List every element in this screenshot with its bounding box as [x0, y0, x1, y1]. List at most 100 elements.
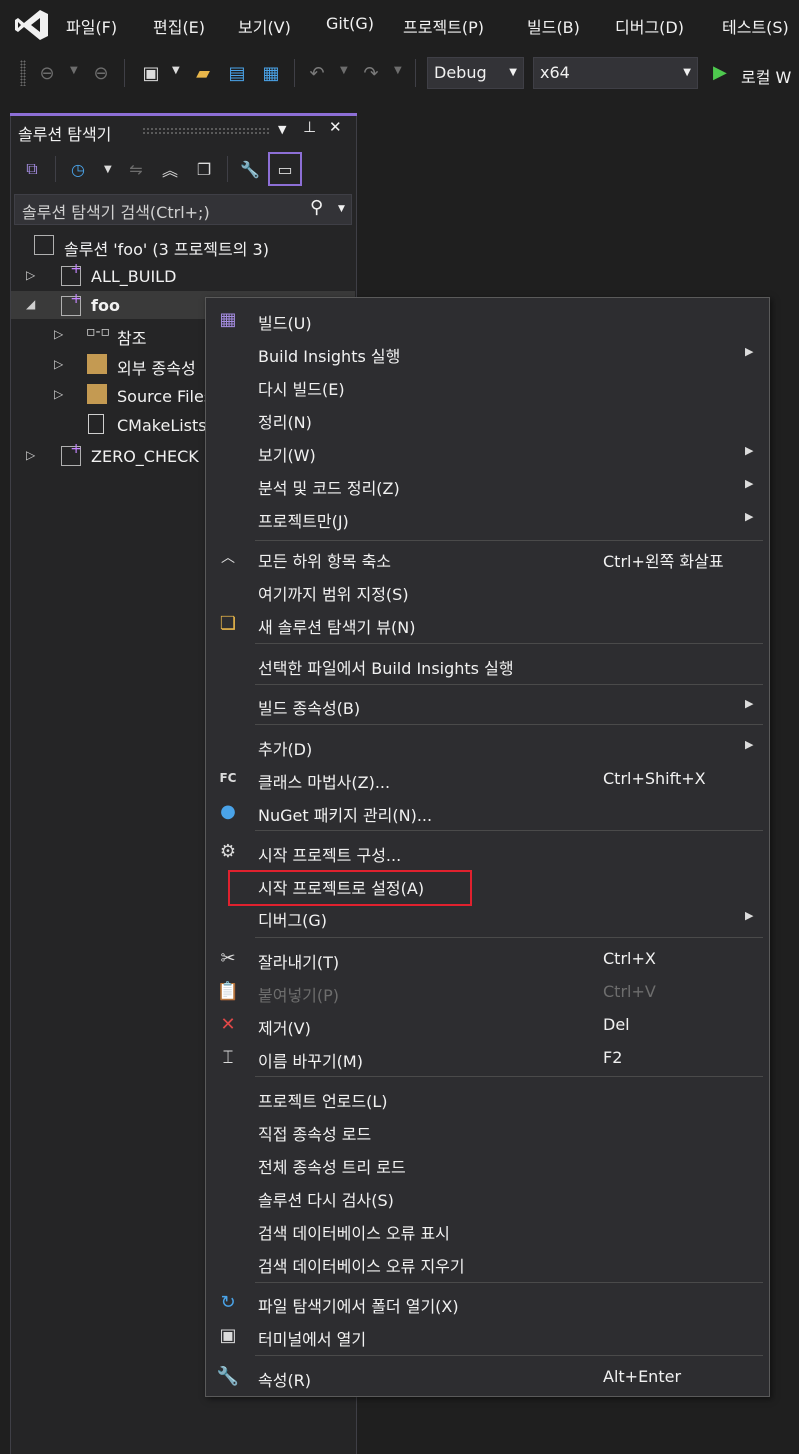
- expand-caret-icon[interactable]: ▷: [26, 268, 35, 282]
- open-folder-icon[interactable]: ▰: [192, 62, 214, 84]
- menu-item-manage-nuget[interactable]: NuGet 패키지 관리(N)...: [258, 802, 432, 826]
- submenu-arrow-icon: ▶: [745, 444, 754, 457]
- menu-item-build[interactable]: 빌드(U): [258, 310, 312, 334]
- save-icon[interactable]: ▤: [226, 62, 248, 84]
- menu-item-rescan-solution[interactable]: 솔루션 다시 검사(S): [258, 1187, 394, 1211]
- menu-item-remove[interactable]: 제거(V): [258, 1015, 311, 1039]
- tree-solution[interactable]: 솔루션 'foo' (3 프로젝트의 3): [64, 236, 269, 260]
- configuration-select[interactable]: Debug ▼: [427, 57, 524, 89]
- tree-all-build[interactable]: ALL_BUILD: [91, 267, 176, 286]
- tree-external-deps[interactable]: 외부 종속성: [117, 355, 205, 379]
- rename-icon: ⌶: [222, 1046, 234, 1068]
- title-grip: [142, 127, 270, 134]
- new-project-dropdown-icon[interactable]: ▼: [172, 65, 180, 76]
- menu-item-cut[interactable]: 잘라내기(T): [258, 949, 339, 973]
- menu-item-unload-project[interactable]: 프로젝트 언로드(L): [258, 1088, 388, 1112]
- menu-item-clean[interactable]: 정리(N): [258, 409, 312, 433]
- expand-caret-icon[interactable]: ▷: [54, 387, 63, 401]
- menu-item-paste: 붙여넣기(P): [258, 986, 340, 1005]
- preview-selected-items-icon[interactable]: ▭: [268, 152, 302, 186]
- configuration-value: Debug: [434, 63, 487, 82]
- new-project-icon[interactable]: ▣: [140, 62, 162, 84]
- show-all-files-icon[interactable]: ❐: [190, 154, 218, 184]
- toolbar-separator: [294, 59, 295, 87]
- menu-item-clear-db-errors[interactable]: 검색 데이터베이스 오류 지우기: [258, 1253, 465, 1277]
- menu-view[interactable]: 보기(V): [238, 14, 291, 38]
- tree-cmakelists[interactable]: CMakeLists: [117, 416, 205, 435]
- toolbar-separator: [124, 59, 125, 87]
- paste-icon: 📋: [216, 980, 240, 1002]
- forward-icon[interactable]: ⊖: [90, 62, 112, 84]
- menu-edit[interactable]: 편집(E): [153, 14, 205, 38]
- properties-wrench-icon[interactable]: 🔧: [236, 154, 264, 184]
- menu-build[interactable]: 빌드(B): [527, 14, 580, 38]
- undo-icon[interactable]: ↶: [306, 62, 328, 84]
- tree-zero-check[interactable]: ZERO_CHECK: [91, 447, 199, 466]
- menu-item-open-in-file-explorer[interactable]: 파일 탐색기에서 폴더 열기(X): [258, 1293, 459, 1317]
- menu-item-class-wizard[interactable]: 클래스 마법사(Z)...: [258, 769, 390, 793]
- platform-select[interactable]: x64 ▼: [533, 57, 698, 89]
- new-explorer-view-icon: ❏: [219, 612, 237, 634]
- menu-separator: [255, 643, 763, 644]
- menu-git[interactable]: Git(G): [326, 14, 374, 33]
- pin-icon[interactable]: ⊥: [303, 118, 316, 136]
- menu-item-scope-to-this[interactable]: 여기까지 범위 지정(S): [258, 581, 409, 605]
- redo-icon[interactable]: ↷: [360, 62, 382, 84]
- menu-item-build-insights-selected[interactable]: 선택한 파일에서 Build Insights 실행: [258, 655, 514, 679]
- visual-studio-logo-icon[interactable]: [14, 8, 50, 42]
- menu-item-build-insights[interactable]: Build Insights 실행: [258, 343, 400, 367]
- shortcut-class-wizard: Ctrl+Shift+X: [603, 769, 706, 788]
- menu-item-analyze[interactable]: 분석 및 코드 정리(Z): [258, 475, 400, 499]
- run-play-icon[interactable]: ▶: [713, 62, 727, 83]
- back-icon[interactable]: ⊖: [36, 62, 58, 84]
- redo-dropdown-icon[interactable]: ▼: [394, 65, 402, 76]
- menu-test[interactable]: 테스트(S): [722, 14, 789, 38]
- terminal-icon: ▣: [219, 1324, 237, 1346]
- menu-item-rename[interactable]: 이름 바꾸기(M): [258, 1048, 363, 1072]
- menu-item-debug[interactable]: 디버그(G): [258, 907, 327, 931]
- filter-folder-icon: [87, 384, 107, 404]
- menu-item-project-only[interactable]: 프로젝트만(J): [258, 508, 349, 532]
- menu-file[interactable]: 파일(F): [66, 14, 117, 38]
- tree-references[interactable]: 참조: [117, 325, 146, 349]
- expand-caret-icon[interactable]: ▷: [54, 327, 63, 341]
- menu-item-show-db-errors[interactable]: 검색 데이터베이스 오류 표시: [258, 1220, 450, 1244]
- search-input[interactable]: 솔루션 탐색기 검색(Ctrl+;): [22, 199, 210, 223]
- menu-item-new-explorer-view[interactable]: 새 솔루션 탐색기 뷰(N): [258, 614, 415, 638]
- menu-item-collapse-all[interactable]: 모든 하위 항목 축소: [258, 548, 391, 572]
- save-all-icon[interactable]: ▦: [260, 62, 282, 84]
- run-debugger-button[interactable]: 로컬 W: [741, 64, 791, 88]
- remove-x-icon: ✕: [220, 1013, 236, 1035]
- undo-dropdown-icon[interactable]: ▼: [340, 65, 348, 76]
- search-icon[interactable]: ⚲: [310, 197, 323, 218]
- menu-project[interactable]: 프로젝트(P): [403, 14, 484, 38]
- expand-caret-icon[interactable]: ▷: [54, 357, 63, 371]
- shortcut-rename: F2: [603, 1048, 623, 1067]
- back-dropdown-icon[interactable]: ▼: [70, 65, 78, 76]
- collapse-up-icon: ︿: [221, 550, 235, 566]
- collapse-all-icon[interactable]: ︽: [156, 154, 184, 184]
- expand-caret-icon[interactable]: ▷: [26, 448, 35, 462]
- tree-foo[interactable]: foo: [91, 296, 120, 315]
- menu-item-open-in-terminal[interactable]: 터미널에서 열기: [258, 1326, 366, 1350]
- menu-item-build-dependencies[interactable]: 빌드 종속성(B): [258, 695, 360, 719]
- menu-item-rebuild[interactable]: 다시 빌드(E): [258, 376, 345, 400]
- sync-with-document-icon[interactable]: ⇋: [122, 154, 150, 184]
- close-icon[interactable]: ✕: [329, 118, 342, 136]
- window-position-icon[interactable]: ▼: [278, 123, 286, 136]
- menu-item-properties[interactable]: 속성(R): [258, 1367, 311, 1391]
- pending-changes-filter-icon[interactable]: ◷: [64, 154, 92, 184]
- collapse-caret-icon[interactable]: ◢: [26, 297, 35, 311]
- menu-item-add[interactable]: 추가(D): [258, 736, 312, 760]
- submenu-arrow-icon: ▶: [745, 738, 754, 751]
- switch-views-icon[interactable]: ⧉: [18, 154, 46, 184]
- search-options-dropdown-icon[interactable]: ▼: [338, 204, 345, 214]
- menu-item-view[interactable]: 보기(W): [258, 442, 316, 466]
- menu-debug[interactable]: 디버그(D): [615, 14, 684, 38]
- menu-item-configure-startup[interactable]: 시작 프로젝트 구성...: [258, 842, 401, 866]
- filter-dropdown-icon[interactable]: ▼: [104, 164, 112, 175]
- toolbar-grip[interactable]: [20, 60, 26, 86]
- menu-item-load-entire-tree[interactable]: 전체 종속성 트리 로드: [258, 1154, 406, 1178]
- menu-item-load-direct-deps[interactable]: 직접 종속성 로드: [258, 1121, 371, 1145]
- tree-source-files[interactable]: Source Files: [117, 387, 205, 406]
